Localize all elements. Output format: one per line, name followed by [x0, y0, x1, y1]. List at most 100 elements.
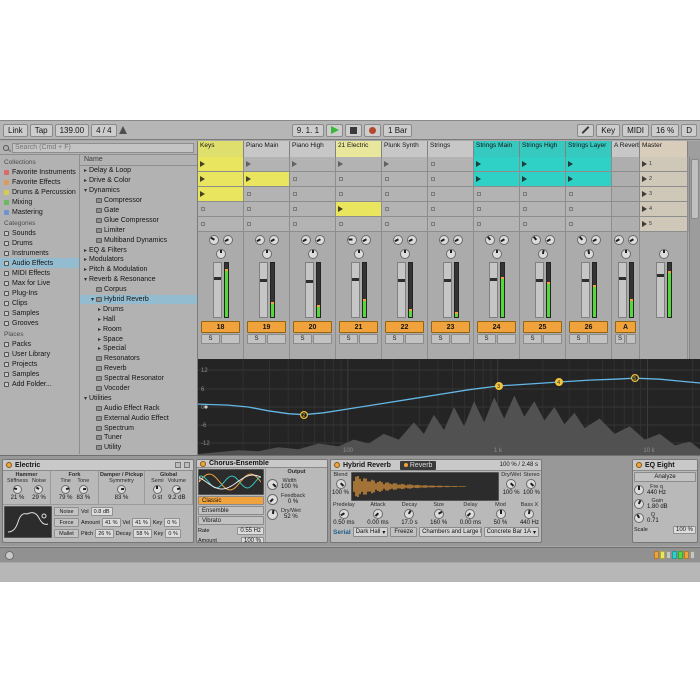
tree-item-spectrum[interactable]: Spectrum — [80, 423, 197, 433]
sidebar-item-mastering[interactable]: Mastering — [0, 207, 79, 217]
tree-item-external-audio-effect[interactable]: External Audio Effect — [80, 413, 197, 423]
sidebar-item-drums-percussion[interactable]: Drums & Percussion — [0, 187, 79, 197]
volume-fader[interactable] — [397, 262, 406, 318]
solo-button[interactable]: S — [615, 334, 625, 344]
clip-slot[interactable] — [566, 202, 612, 217]
track-activator[interactable]: A — [615, 321, 636, 333]
tree-item-tuner[interactable]: Tuner — [80, 433, 197, 443]
cell-value[interactable]: 0.8 dB — [91, 507, 113, 516]
volume-fader[interactable] — [656, 262, 665, 318]
volume-fader[interactable] — [443, 262, 452, 318]
sidebar-item-favorite-instruments[interactable]: Favorite Instruments — [0, 167, 79, 177]
send-a-knob[interactable] — [393, 235, 403, 245]
clip[interactable] — [520, 172, 566, 187]
tree-item-space[interactable]: ▸Space — [80, 334, 197, 344]
amount-value[interactable]: 100 % — [241, 537, 264, 543]
q-knob[interactable] — [634, 513, 644, 523]
track-activator[interactable]: 20 — [293, 321, 332, 333]
clip-slot[interactable] — [336, 187, 382, 202]
pan-knob[interactable] — [400, 249, 410, 259]
clip-slot[interactable] — [612, 217, 640, 232]
clip-slot[interactable] — [612, 157, 640, 172]
tree-item-reverb[interactable]: Reverb — [80, 364, 197, 374]
cell-value[interactable]: 58 % — [133, 529, 152, 538]
send-b-knob[interactable] — [591, 235, 601, 245]
arm-button[interactable] — [359, 334, 378, 344]
track-header-piano-main[interactable]: Piano Main — [244, 141, 290, 157]
device-on-toggle[interactable] — [334, 462, 340, 468]
mode-tab-ensemble[interactable]: Ensemble — [198, 506, 264, 515]
gain-knob[interactable] — [634, 499, 644, 509]
fader-handle[interactable] — [260, 279, 267, 282]
fader-handle[interactable] — [398, 279, 405, 282]
solo-button[interactable]: S — [385, 334, 404, 344]
tree-item-multiband-dynamics[interactable]: Multiband Dynamics — [80, 235, 197, 245]
row-name[interactable]: Force — [54, 518, 79, 527]
clip-slot[interactable] — [290, 157, 336, 172]
solo-button[interactable]: S — [293, 334, 312, 344]
volume-fader[interactable] — [618, 262, 627, 318]
cell-value[interactable]: 0 % — [164, 518, 179, 527]
send-b-knob[interactable] — [315, 235, 325, 245]
track-header-21-electric[interactable]: 21 Electric — [336, 141, 382, 157]
freeze-button[interactable]: Freeze — [390, 527, 417, 537]
send-b-knob[interactable] — [545, 235, 555, 245]
sidebar-item-mixing[interactable]: Mixing — [0, 197, 79, 207]
tree-item-delay-loop[interactable]: ▸Delay & Loop — [80, 166, 197, 176]
send-a-knob[interactable] — [614, 235, 624, 245]
track-header-strings-layer[interactable]: Strings Layer — [566, 141, 612, 157]
arm-button[interactable] — [589, 334, 608, 344]
info-view-toggle[interactable] — [5, 551, 14, 560]
sidebar-item-samples[interactable]: Samples — [0, 369, 79, 379]
track-activator[interactable]: 18 — [201, 321, 240, 333]
solo-button[interactable]: S — [569, 334, 588, 344]
chevron-right-icon[interactable]: ▸ — [96, 345, 103, 352]
tree-item-hybrid-reverb[interactable]: ▾Hybrid Reverb — [80, 295, 197, 305]
track-activator[interactable]: 21 — [339, 321, 378, 333]
chevron-right-icon[interactable]: ▸ — [82, 247, 89, 254]
arm-button[interactable] — [267, 334, 286, 344]
clip[interactable] — [244, 172, 290, 187]
clip[interactable] — [198, 187, 244, 202]
pan-knob[interactable] — [354, 249, 364, 259]
clip-slot[interactable] — [382, 217, 428, 232]
record-button[interactable] — [364, 124, 381, 137]
pan-knob[interactable] — [308, 249, 318, 259]
clip-slot[interactable] — [474, 187, 520, 202]
sidebar-item-instruments[interactable]: Instruments — [0, 248, 79, 258]
stop-button[interactable] — [345, 124, 362, 137]
tree-item-pitch-modulation[interactable]: ▸Pitch & Modulation — [80, 265, 197, 275]
tree-item-drums[interactable]: ▸Drums — [80, 304, 197, 314]
fader-handle[interactable] — [490, 278, 497, 281]
send-a-knob[interactable] — [485, 235, 495, 245]
eq-spectrum-display[interactable]: 1260-6-1223451001 k10 k — [198, 359, 700, 455]
play-button[interactable] — [326, 124, 343, 137]
scene-launch[interactable]: 2 — [640, 172, 688, 187]
blend-knob[interactable] — [336, 479, 346, 489]
row-name[interactable]: Mallet — [54, 529, 79, 538]
track-header-strings-main[interactable]: Strings Main — [474, 141, 520, 157]
arm-button[interactable] — [497, 334, 516, 344]
pan-knob[interactable] — [262, 249, 272, 259]
clip-slot[interactable] — [520, 187, 566, 202]
chevron-right-icon[interactable]: ▸ — [82, 266, 89, 273]
device-on-toggle[interactable] — [6, 462, 12, 468]
attack-knob[interactable] — [373, 509, 383, 519]
send-a-knob[interactable] — [209, 235, 219, 245]
track-header-a-reverb[interactable]: A Reverb — [612, 141, 640, 157]
cell-value[interactable]: 41 % — [132, 518, 151, 527]
tree-item-resonators[interactable]: Resonators — [80, 354, 197, 364]
predelay-knob[interactable] — [339, 509, 349, 519]
track-activator[interactable]: 19 — [247, 321, 286, 333]
fader-handle[interactable] — [444, 279, 451, 282]
chevron-right-icon[interactable]: ▸ — [82, 177, 89, 184]
scrollbar-thumb[interactable] — [691, 159, 699, 219]
clip-slot[interactable] — [428, 202, 474, 217]
fader-handle[interactable] — [582, 279, 589, 282]
ir-category-select[interactable]: Chambers and Large Rooms▾ — [419, 527, 482, 537]
arm-button[interactable] — [451, 334, 470, 344]
sidebar-item-drums[interactable]: Drums — [0, 238, 79, 248]
sidebar-item-clips[interactable]: Clips — [0, 298, 79, 308]
clip-slot[interactable] — [336, 157, 382, 172]
device-on-toggle[interactable] — [200, 461, 206, 467]
